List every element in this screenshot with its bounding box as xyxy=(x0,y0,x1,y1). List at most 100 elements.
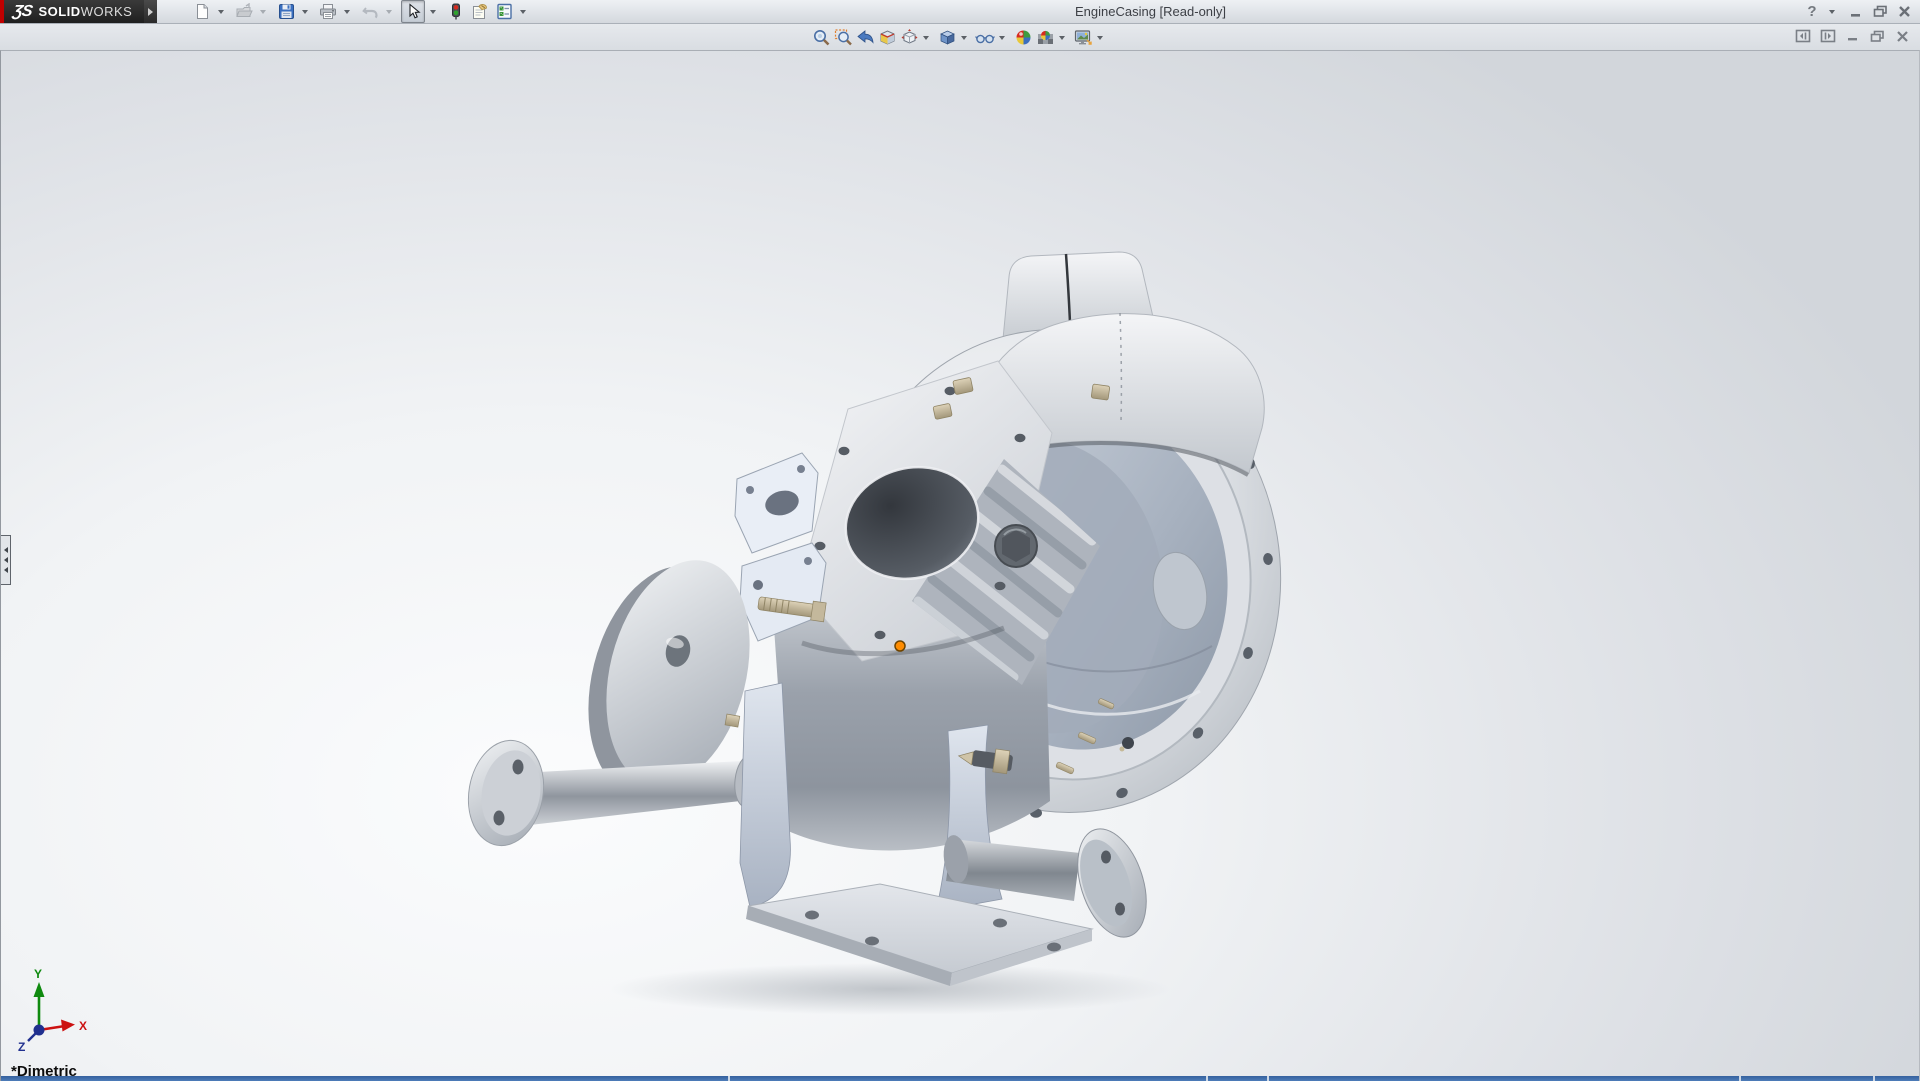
display-style-icon xyxy=(938,28,957,47)
open-icon xyxy=(235,3,253,20)
solidworks-logo-text-bold: SOLID xyxy=(38,4,80,19)
expand-tree-arrow-icon xyxy=(4,557,8,563)
rebuild-traffic-light-icon xyxy=(449,3,463,21)
zoom-to-fit-icon xyxy=(812,28,831,47)
select-cursor-icon xyxy=(405,3,421,20)
print-icon xyxy=(319,3,337,20)
options-icon xyxy=(496,3,513,20)
feature-tree-collapsed-tab[interactable] xyxy=(1,535,11,585)
headsup-view-toolbar xyxy=(810,27,1110,48)
assembly-origin-marker[interactable] xyxy=(895,641,905,651)
view-orientation-icon xyxy=(900,28,919,47)
view-settings-dropdown[interactable] xyxy=(1094,27,1105,48)
doc-close-button[interactable] xyxy=(1893,28,1912,44)
menu-expand-arrow-icon xyxy=(148,8,153,16)
doc-close-icon xyxy=(1896,30,1909,43)
zoom-to-area-button[interactable] xyxy=(832,28,854,48)
restore-icon xyxy=(1873,5,1888,18)
previous-view-button[interactable] xyxy=(854,28,876,48)
options-dropdown[interactable] xyxy=(517,1,528,22)
apply-scene-icon xyxy=(1036,28,1055,47)
status-separator xyxy=(1267,1076,1269,1081)
collapse-right-pane-button[interactable] xyxy=(1818,28,1837,44)
display-style-dropdown[interactable] xyxy=(958,27,969,48)
doc-restore-icon xyxy=(1870,30,1885,43)
apply-scene-button[interactable] xyxy=(1034,28,1056,48)
options-button[interactable] xyxy=(493,1,515,22)
new-document-icon xyxy=(194,3,211,20)
help-button[interactable]: ? xyxy=(1802,2,1822,21)
open-button[interactable] xyxy=(233,1,255,22)
triad-y-label: Y xyxy=(34,967,42,981)
collapse-right-pane-icon xyxy=(1820,29,1836,43)
help-dropdown[interactable] xyxy=(1826,1,1837,22)
solidworks-logo[interactable]: ƷS SOLIDWORKS xyxy=(0,0,144,23)
save-icon xyxy=(278,3,295,20)
triad-z-label: Z xyxy=(18,1040,25,1054)
doc-minimize-button[interactable] xyxy=(1843,28,1862,44)
close-icon xyxy=(1898,5,1911,18)
title-bar: ƷS SOLIDWORKS xyxy=(0,0,1920,24)
save-dropdown[interactable] xyxy=(299,1,310,22)
restore-button[interactable] xyxy=(1870,2,1890,21)
window-controls: ? xyxy=(1802,1,1914,22)
standard-toolbar xyxy=(191,0,533,23)
section-view-icon xyxy=(878,28,897,47)
collapse-left-pane-icon xyxy=(1795,29,1811,43)
status-separator xyxy=(1873,1076,1875,1081)
menu-expand-button[interactable] xyxy=(144,0,157,23)
status-separator xyxy=(728,1076,730,1081)
graphics-area[interactable]: Y X Z *Dimetric xyxy=(0,50,1920,1081)
print-button[interactable] xyxy=(317,1,339,22)
solidworks-window: ƷS SOLIDWORKS xyxy=(0,0,1920,1080)
solidworks-logo-text-light: WORKS xyxy=(81,4,133,19)
edit-appearance-icon xyxy=(1014,28,1033,47)
status-separator xyxy=(1206,1076,1208,1081)
previous-view-icon xyxy=(856,28,875,47)
document-title: EngineCasing [Read-only] xyxy=(1075,4,1226,19)
section-view-button[interactable] xyxy=(876,28,898,48)
engine-casing-model[interactable] xyxy=(1,51,1919,1081)
open-dropdown[interactable] xyxy=(257,1,268,22)
hide-show-items-button[interactable] xyxy=(974,28,996,48)
select-tool-dropdown[interactable] xyxy=(427,1,438,22)
undo-icon xyxy=(361,3,379,20)
reference-triad: Y X Z xyxy=(7,952,117,1057)
minimize-button[interactable] xyxy=(1846,2,1866,21)
status-separator xyxy=(1739,1076,1741,1081)
view-orientation-dropdown[interactable] xyxy=(920,27,931,48)
view-settings-button[interactable] xyxy=(1072,28,1094,48)
close-button[interactable] xyxy=(1894,2,1914,21)
file-properties-icon xyxy=(471,3,489,20)
rebuild-button[interactable] xyxy=(445,1,467,22)
hide-show-items-dropdown[interactable] xyxy=(996,27,1007,48)
doc-restore-button[interactable] xyxy=(1868,28,1887,44)
triad-x-label: X xyxy=(79,1019,87,1033)
new-document-dropdown[interactable] xyxy=(215,1,226,22)
display-style-button[interactable] xyxy=(936,28,958,48)
view-orientation-button[interactable] xyxy=(898,28,920,48)
menu-row xyxy=(0,24,1920,50)
doc-minimize-icon xyxy=(1847,30,1859,42)
solidworks-logo-glyph: ƷS xyxy=(11,3,33,21)
status-bar xyxy=(1,1076,1919,1081)
undo-button[interactable] xyxy=(359,1,381,22)
document-window-controls xyxy=(1793,28,1912,44)
new-document-button[interactable] xyxy=(191,1,213,22)
print-dropdown[interactable] xyxy=(341,1,352,22)
edit-appearance-button[interactable] xyxy=(1012,28,1034,48)
help-icon: ? xyxy=(1807,3,1816,20)
apply-scene-dropdown[interactable] xyxy=(1056,27,1067,48)
minimize-icon xyxy=(1850,6,1862,18)
save-button[interactable] xyxy=(275,1,297,22)
expand-tree-arrow-icon xyxy=(4,567,8,573)
file-properties-button[interactable] xyxy=(469,1,491,22)
collapse-left-pane-button[interactable] xyxy=(1793,28,1812,44)
zoom-to-area-icon xyxy=(834,28,853,47)
undo-dropdown[interactable] xyxy=(383,1,394,22)
zoom-to-fit-button[interactable] xyxy=(810,28,832,48)
view-settings-icon xyxy=(1073,28,1093,47)
expand-tree-arrow-icon xyxy=(4,547,8,553)
select-tool-button[interactable] xyxy=(401,0,425,23)
hide-show-items-icon xyxy=(975,28,995,47)
